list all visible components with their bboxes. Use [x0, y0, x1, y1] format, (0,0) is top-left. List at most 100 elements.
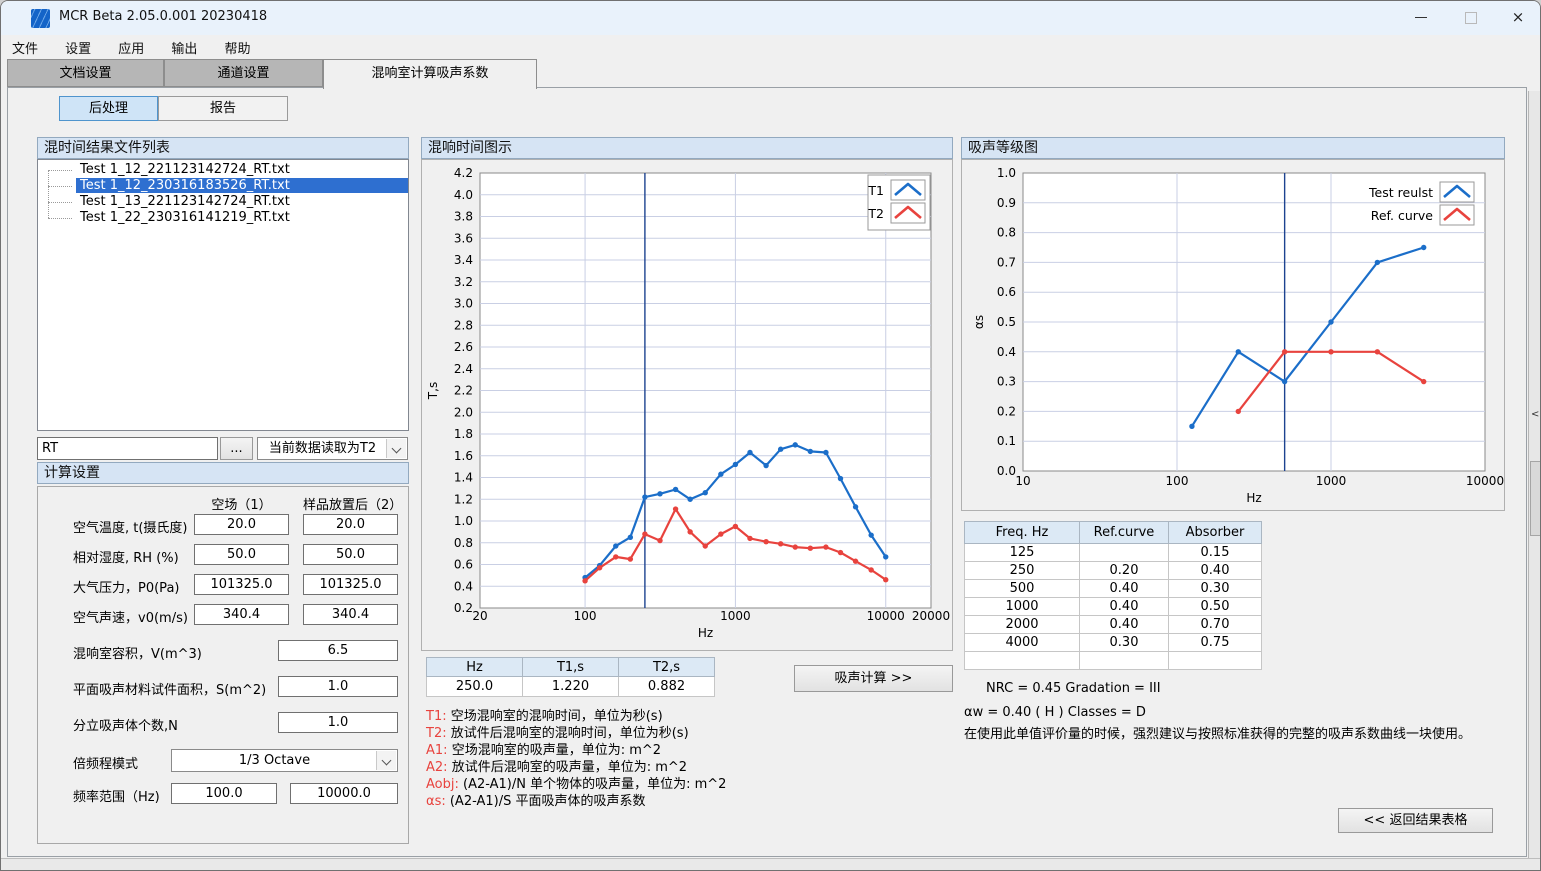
minimize-icon[interactable] [1398, 1, 1444, 34]
sample-area-input[interactable] [278, 676, 398, 697]
svg-text:3.8: 3.8 [454, 210, 473, 224]
legend-notes: T1: 空场混响室的混响时间，单位为秒(s)T2: 放试件后混响室的混响时间，单… [426, 709, 726, 811]
svg-text:0.4: 0.4 [997, 345, 1016, 359]
room-volume-input[interactable] [278, 640, 398, 661]
absorber-count-input[interactable] [278, 712, 398, 733]
tab-document-settings[interactable]: 文档设置 [7, 59, 164, 87]
absorption-calc-button[interactable]: 吸声计算 >> [794, 665, 953, 692]
svg-text:10: 10 [1015, 474, 1030, 488]
maximize-icon[interactable] [1448, 1, 1494, 34]
octave-mode-value: 1/3 Octave [172, 750, 397, 771]
sound-speed-2-input[interactable] [303, 604, 398, 625]
table-cell: 0.70 [1169, 616, 1262, 634]
menu-settings[interactable]: 设置 [54, 35, 102, 57]
file-list-item[interactable]: Test 1_13_221123142724_RT.txt [38, 194, 408, 210]
svg-text:1.0: 1.0 [997, 166, 1016, 180]
note-line: T1: 空场混响室的混响时间，单位为秒(s) [426, 709, 726, 725]
svg-text:Hz: Hz [698, 626, 713, 640]
table-cell: 0.40 [1080, 616, 1169, 634]
tab-reverb-room-absorption[interactable]: 混响室计算吸声系数 [323, 59, 537, 89]
table-cell: 0.40 [1080, 598, 1169, 616]
table-cell: 0.30 [1169, 580, 1262, 598]
advice-text: 在使用此单值评价量的时候，强烈建议与按照标准获得的完整的吸声系数曲线一块使用。 [964, 723, 1471, 742]
label-freq-range: 频率范围（Hz) [73, 786, 160, 805]
pressure-2-input[interactable] [303, 574, 398, 595]
file-list-item[interactable]: Test 1_22_230316141219_RT.txt [38, 210, 408, 226]
splitter-handle[interactable] [1530, 461, 1541, 536]
rt-table-hz-value: 250.0 [427, 677, 523, 697]
svg-text:0.2: 0.2 [454, 601, 473, 615]
rt-file-list[interactable]: Test 1_12_221123142724_RT.txtTest 1_12_2… [37, 159, 409, 431]
tree-branch-icon [48, 218, 72, 219]
svg-text:3.2: 3.2 [454, 275, 473, 289]
svg-text:1.2: 1.2 [454, 492, 473, 506]
note-text: 空场混响室的混响时间，单位为秒(s) [451, 709, 663, 724]
svg-text:0.8: 0.8 [454, 536, 473, 550]
svg-text:T,s: T,s [426, 382, 440, 400]
svg-text:0.1: 0.1 [997, 434, 1016, 448]
menu-apply[interactable]: 应用 [107, 35, 155, 57]
subtab-postprocess[interactable]: 后处理 [59, 96, 158, 121]
svg-text:1.6: 1.6 [454, 449, 473, 463]
rt-table-t2-value: 0.882 [619, 677, 715, 697]
note-key: A2: [426, 760, 452, 775]
note-text: 放试件后混响室的混响时间，单位为秒(s) [451, 726, 689, 741]
rt-chart-header: 混响时间图示 [421, 137, 953, 159]
data-read-combo[interactable]: 当前数据读取为T2 [257, 437, 408, 460]
label-sample-area: 平面吸声材料试件面积，S(m^2) [73, 679, 266, 698]
svg-text:0.4: 0.4 [454, 579, 473, 593]
svg-text:0.6: 0.6 [997, 285, 1016, 299]
note-text: (A2-A1)/N 单个物体的吸声量，单位为: m^2 [463, 777, 726, 792]
note-key: A1: [426, 743, 452, 758]
label-octave-mode: 倍频程模式 [73, 753, 138, 772]
close-icon[interactable]: × [1495, 1, 1541, 34]
air-temp-2-input[interactable] [303, 514, 398, 535]
svg-text:0.2: 0.2 [997, 404, 1016, 418]
rt-name-input[interactable] [37, 437, 218, 460]
note-line: A2: 放试件后混响室的吸声量，单位为: m^2 [426, 760, 726, 776]
absorption-grade-chart[interactable]: 0.00.10.20.30.40.50.60.70.80.91.01010010… [961, 159, 1505, 511]
rt-chart[interactable]: 0.20.40.60.81.01.21.41.61.82.02.22.42.62… [421, 159, 953, 651]
rt-table-col-t2: T2,s [619, 658, 715, 677]
table-cell: 125 [965, 544, 1080, 562]
rt-table-col-t1: T1,s [523, 658, 619, 677]
svg-text:Ref. curve: Ref. curve [1371, 208, 1434, 223]
sound-speed-1-input[interactable] [194, 604, 289, 625]
menu-bar: 文件 设置 应用 输出 帮助 [1, 35, 1540, 59]
tab-channel-settings[interactable]: 通道设置 [164, 59, 323, 87]
data-read-combo-value: 当前数据读取为T2 [258, 438, 407, 459]
freq-max-input[interactable] [290, 783, 398, 804]
svg-text:0.7: 0.7 [997, 255, 1016, 269]
collapse-left-icon[interactable]: < [1531, 409, 1539, 420]
pressure-1-input[interactable] [194, 574, 289, 595]
freq-min-input[interactable] [171, 783, 277, 804]
back-to-results-button[interactable]: << 返回结果表格 [1338, 808, 1493, 833]
tree-branch-icon [48, 170, 72, 171]
table-cell: 500 [965, 580, 1080, 598]
subtab-report[interactable]: 报告 [158, 96, 288, 121]
air-temp-1-input[interactable] [194, 514, 289, 535]
chevron-down-icon[interactable] [386, 439, 406, 458]
window-title: MCR Beta 2.05.0.001 20230418 [59, 9, 267, 24]
file-list-item[interactable]: Test 1_12_221123142724_RT.txt [38, 162, 408, 178]
rt-table-t1-value: 1.220 [523, 677, 619, 697]
octave-mode-combo[interactable]: 1/3 Octave [171, 749, 398, 772]
table-cell [965, 652, 1080, 670]
note-key: Aobj: [426, 777, 463, 792]
col-header-empty-room: 空场（1） [194, 494, 289, 513]
menu-help[interactable]: 帮助 [213, 35, 261, 57]
menu-file[interactable]: 文件 [1, 35, 49, 57]
chevron-down-icon[interactable] [376, 751, 396, 770]
humidity-1-input[interactable] [194, 544, 289, 565]
humidity-2-input[interactable] [303, 544, 398, 565]
svg-text:1000: 1000 [720, 609, 751, 623]
side-splitter[interactable]: < [1528, 91, 1541, 858]
menu-output[interactable]: 输出 [160, 35, 208, 57]
svg-text:1.4: 1.4 [454, 471, 473, 485]
svg-text:1.0: 1.0 [454, 514, 473, 528]
svg-text:4.0: 4.0 [454, 188, 473, 202]
browse-button[interactable]: ... [220, 437, 253, 460]
tree-branch-icon [48, 202, 72, 203]
file-list-item[interactable]: Test 1_12_230316183526_RT.txt [38, 178, 408, 194]
rt-value-table: Hz T1,s T2,s 250.0 1.220 0.882 [426, 657, 715, 697]
